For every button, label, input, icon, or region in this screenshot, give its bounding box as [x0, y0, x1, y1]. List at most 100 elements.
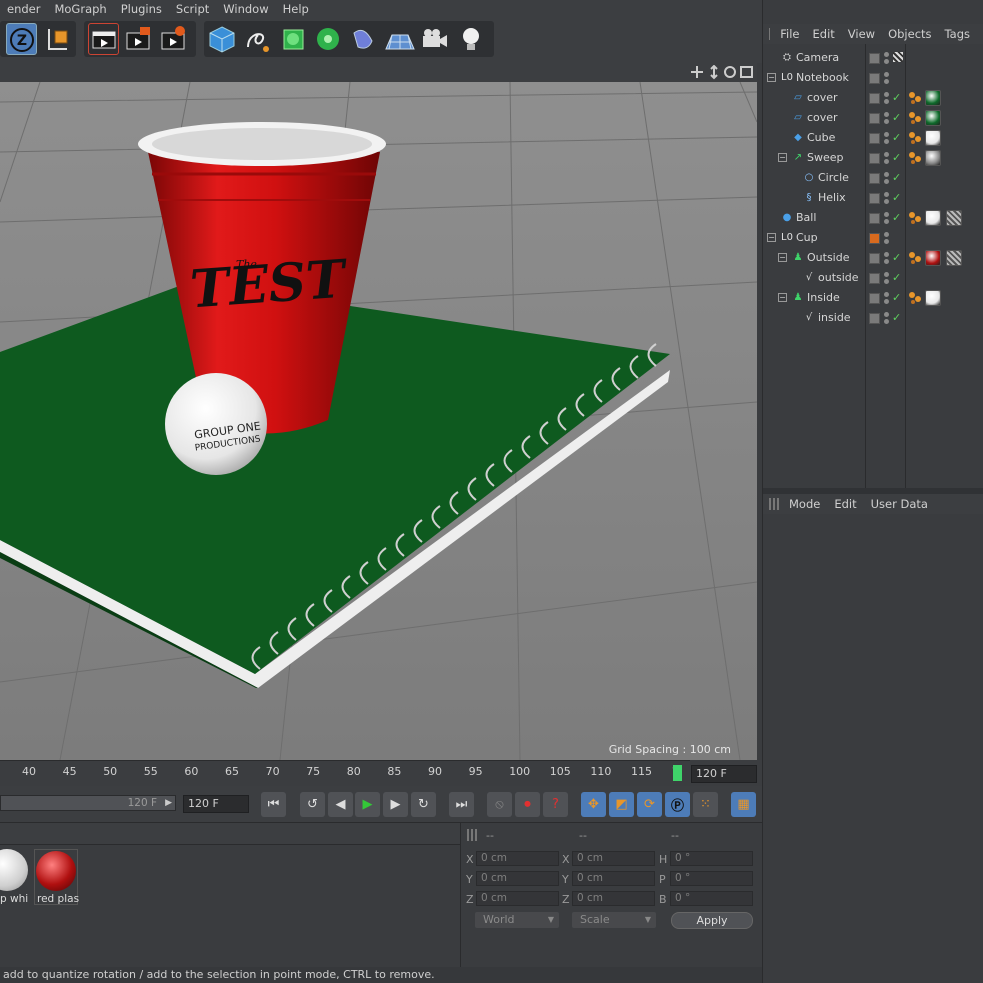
- om-menu-file[interactable]: File: [780, 27, 799, 41]
- layer-color-swatch[interactable]: [869, 93, 880, 104]
- position-x-field[interactable]: 0 cm: [476, 851, 559, 866]
- object-name[interactable]: Helix: [818, 191, 846, 204]
- next-frame-button[interactable]: ▶: [383, 792, 408, 817]
- object-name[interactable]: Ball: [796, 211, 816, 224]
- max-frame-field[interactable]: 120 F: [183, 795, 249, 813]
- light-button[interactable]: [456, 23, 487, 55]
- visibility-dots[interactable]: [884, 91, 889, 105]
- autokey-button[interactable]: ?: [543, 792, 568, 817]
- attr-menu-mode[interactable]: Mode: [789, 497, 820, 511]
- visibility-dots[interactable]: [884, 111, 889, 125]
- rotation-h-field[interactable]: 0 °: [670, 851, 753, 866]
- visibility-dots[interactable]: [884, 211, 889, 225]
- cloner-button[interactable]: [313, 23, 344, 55]
- visibility-dots[interactable]: [884, 71, 889, 85]
- tree-expand-toggle[interactable]: −: [778, 153, 787, 162]
- object-row-cube[interactable]: ◆ Cube ✓: [763, 128, 983, 148]
- material-tag-icon[interactable]: [925, 90, 941, 106]
- prev-keyframe-button[interactable]: ↺: [300, 792, 325, 817]
- check-icon[interactable]: ✓: [892, 171, 901, 184]
- check-icon[interactable]: ✓: [892, 211, 901, 224]
- record-move-button[interactable]: ✥: [581, 792, 606, 817]
- go-to-start-button[interactable]: ⏮: [261, 792, 286, 817]
- object-name[interactable]: Cube: [807, 131, 835, 144]
- layer-color-swatch[interactable]: [869, 253, 880, 264]
- size-x-field[interactable]: 0 cm: [572, 851, 655, 866]
- timeline-ruler[interactable]: 4045505560657075808590951001051101151: [0, 760, 690, 786]
- visibility-dots[interactable]: [884, 191, 889, 205]
- check-icon[interactable]: ✓: [892, 111, 901, 124]
- layer-color-swatch[interactable]: [869, 273, 880, 284]
- layer-color-swatch[interactable]: [869, 213, 880, 224]
- texture-tag-icon[interactable]: [908, 151, 922, 165]
- visibility-dots[interactable]: [884, 271, 889, 285]
- object-row-ball[interactable]: ● Ball ✓: [763, 208, 983, 228]
- texture-tag-icon[interactable]: [908, 111, 922, 125]
- material-tag-icon[interactable]: [925, 110, 941, 126]
- object-name[interactable]: inside: [818, 311, 851, 324]
- camera-target-tag-icon[interactable]: [893, 52, 903, 62]
- object-row-cover[interactable]: ▱ cover ✓: [763, 88, 983, 108]
- om-menu-view[interactable]: View: [848, 27, 875, 41]
- tree-expand-toggle[interactable]: −: [778, 253, 787, 262]
- material-swatch[interactable]: p whi: [0, 849, 30, 905]
- render-picture-viewer-button[interactable]: [123, 23, 154, 55]
- object-row-sweep[interactable]: − ↗ Sweep ✓: [763, 148, 983, 168]
- add-cube-button[interactable]: [207, 23, 238, 55]
- texture-tag-icon[interactable]: [908, 291, 922, 305]
- object-name[interactable]: Inside: [807, 291, 840, 304]
- timeline-window-button[interactable]: ▦: [731, 792, 756, 817]
- layer-color-swatch[interactable]: [869, 293, 880, 304]
- tree-expand-toggle[interactable]: −: [767, 233, 776, 242]
- viewport-nav-icons[interactable]: [690, 65, 756, 80]
- subdivision-surface-button[interactable]: [278, 23, 309, 55]
- attr-menu-user-data[interactable]: User Data: [871, 497, 928, 511]
- visibility-dots[interactable]: [884, 231, 889, 245]
- record-rotate-button[interactable]: ⟳: [637, 792, 662, 817]
- material-tag-icon[interactable]: [925, 150, 941, 166]
- layer-color-swatch[interactable]: [869, 173, 880, 184]
- rotation-p-field[interactable]: 0 °: [670, 871, 753, 886]
- om-menu-objects[interactable]: Objects: [888, 27, 931, 41]
- visibility-dots[interactable]: [884, 131, 889, 145]
- record-position-button[interactable]: ⦸: [487, 792, 512, 817]
- layer-color-swatch[interactable]: [869, 193, 880, 204]
- object-row-helix[interactable]: § Helix ✓: [763, 188, 983, 208]
- menu-mograph[interactable]: MoGraph: [47, 2, 113, 16]
- object-name[interactable]: Sweep: [807, 151, 844, 164]
- material-tag-icon[interactable]: [925, 250, 941, 266]
- rotation-b-field[interactable]: 0 °: [670, 891, 753, 906]
- layer-color-swatch[interactable]: [869, 113, 880, 124]
- layer-color-swatch[interactable]: [869, 313, 880, 324]
- texture-tag-icon[interactable]: [908, 251, 922, 265]
- om-menu-edit[interactable]: Edit: [813, 27, 835, 41]
- object-name[interactable]: cover: [807, 111, 838, 124]
- frame-range-slider[interactable]: 120 F ▶: [0, 795, 176, 811]
- layer-color-swatch[interactable]: [869, 153, 880, 164]
- 3d-viewport[interactable]: TEST The GROUP ONE PRODUCTIONS Grid Spac…: [0, 82, 757, 760]
- menu-render[interactable]: ender: [0, 2, 47, 16]
- object-row-cup[interactable]: − L0 Cup: [763, 228, 983, 248]
- check-icon[interactable]: ✓: [892, 271, 901, 284]
- menu-plugins[interactable]: Plugins: [114, 2, 169, 16]
- visibility-dots[interactable]: [884, 171, 889, 185]
- visibility-dots[interactable]: [884, 311, 889, 325]
- visibility-dots[interactable]: [884, 151, 889, 165]
- check-icon[interactable]: ✓: [892, 311, 901, 324]
- texture-tag-icon[interactable]: [908, 91, 922, 105]
- camera-button[interactable]: [419, 23, 450, 55]
- size-z-field[interactable]: 0 cm: [572, 891, 655, 906]
- end-frame-field[interactable]: 120 F: [691, 765, 757, 783]
- check-icon[interactable]: ✓: [892, 251, 901, 264]
- go-to-end-button[interactable]: ⏭: [449, 792, 474, 817]
- size-y-field[interactable]: 0 cm: [572, 871, 655, 886]
- layer-color-swatch[interactable]: [869, 133, 880, 144]
- z-axis-lock-button[interactable]: Z: [6, 23, 37, 55]
- selection-tag-icon[interactable]: [946, 250, 962, 266]
- object-row-inside[interactable]: − ♟ Inside ✓: [763, 288, 983, 308]
- tree-expand-toggle[interactable]: −: [767, 73, 776, 82]
- apply-button[interactable]: Apply: [671, 912, 753, 929]
- deformer-button[interactable]: [348, 23, 379, 55]
- object-row-notebook[interactable]: − L0 Notebook: [763, 68, 983, 88]
- menu-window[interactable]: Window: [216, 2, 275, 16]
